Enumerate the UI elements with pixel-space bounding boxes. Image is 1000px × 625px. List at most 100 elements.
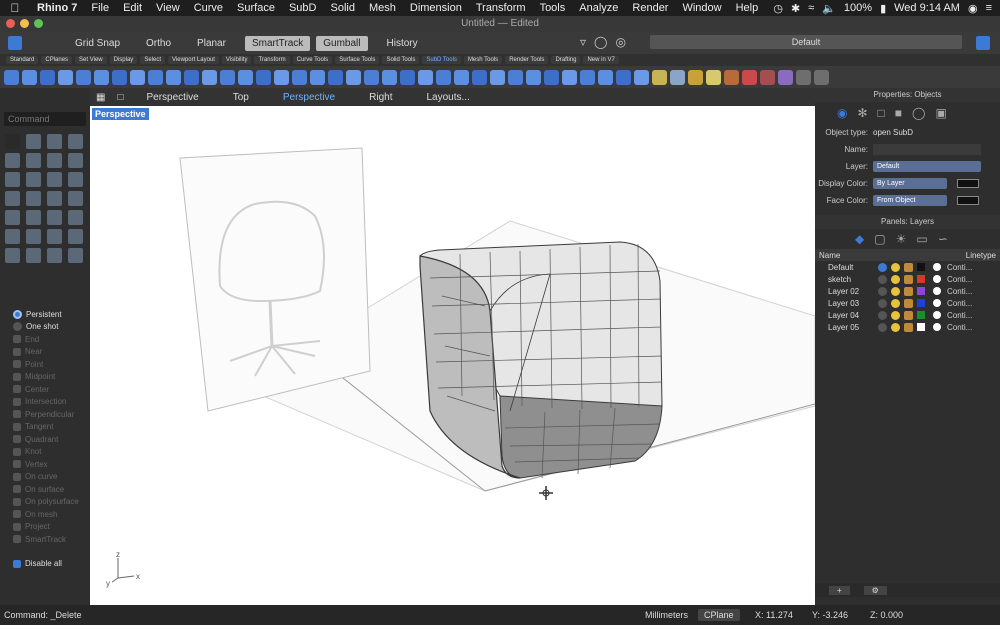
osnap-center[interactable]: Center	[0, 383, 90, 396]
layer-name[interactable]: Default	[828, 263, 878, 272]
osnap-midpoint-checkbox[interactable]	[13, 372, 21, 381]
layer-name[interactable]: sketch	[828, 275, 878, 284]
menu-file[interactable]: File	[84, 2, 116, 14]
curve-icon[interactable]	[5, 153, 20, 168]
polyline-icon[interactable]	[68, 134, 83, 149]
one-shot-radio[interactable]	[13, 322, 22, 332]
subd-display-icon[interactable]	[580, 69, 595, 85]
layer-linetype[interactable]: Conti...	[947, 287, 972, 296]
osnap-disable-all[interactable]: Disable all	[0, 558, 90, 571]
layer-linetype[interactable]: Conti...	[947, 263, 972, 272]
osnap-perpendicular-checkbox[interactable]	[13, 410, 21, 419]
osnap-tangent[interactable]: Tangent	[0, 421, 90, 434]
osnap-end[interactable]: End	[0, 333, 90, 346]
rotate-icon[interactable]	[5, 229, 20, 244]
subd-subdivide-icon[interactable]	[508, 69, 523, 85]
array-icon[interactable]	[68, 229, 83, 244]
subd-shell-object[interactable]	[419, 241, 663, 479]
tab-top[interactable]: Top	[216, 92, 266, 103]
bluetooth-icon[interactable]: ✱	[791, 2, 800, 15]
layer-material-icon[interactable]	[933, 275, 941, 283]
tab-mesh-tools[interactable]: Mesh Tools	[463, 56, 503, 64]
osnap-smarttrack[interactable]: SmartTrack	[0, 533, 90, 546]
current-layer-indicator-icon[interactable]	[878, 274, 887, 284]
osnap-quadrant[interactable]: Quadrant	[0, 433, 90, 446]
menu-edit[interactable]: Edit	[116, 2, 149, 14]
osnap-persistent[interactable]: Persistent	[0, 308, 90, 321]
osnap-end-checkbox[interactable]	[13, 335, 21, 344]
paint-icon[interactable]	[26, 134, 41, 149]
lock-icon[interactable]: ◯	[594, 35, 607, 49]
subd-weld-icon[interactable]	[310, 69, 325, 85]
subd-extrude-icon[interactable]	[148, 69, 163, 85]
history-toggle[interactable]: History	[380, 36, 425, 51]
app-menu[interactable]: Rhino 7	[30, 2, 84, 14]
battery-label[interactable]: 100%	[844, 2, 872, 14]
osnap-on-surface-checkbox[interactable]	[13, 485, 21, 494]
current-layer-select[interactable]: Default	[650, 35, 962, 49]
grid-icon[interactable]	[26, 248, 41, 263]
current-layer-indicator-icon[interactable]	[878, 286, 887, 296]
points-on-icon[interactable]	[5, 248, 20, 263]
tab-subd-tools[interactable]: SubD Tools	[422, 56, 461, 64]
layer-material-icon[interactable]	[933, 323, 941, 331]
subd-sweep-icon[interactable]	[184, 69, 199, 85]
lock-icon[interactable]	[904, 286, 913, 296]
single-layout-icon[interactable]: □	[111, 92, 129, 103]
osnap-near[interactable]: Near	[0, 346, 90, 359]
menu-curve[interactable]: Curve	[187, 2, 230, 14]
layer-options-button[interactable]: ⚙	[863, 585, 887, 595]
layer-name[interactable]: Layer 02	[828, 287, 878, 296]
blocks-icon[interactable]: ▢	[874, 232, 885, 246]
osnap-on-polysurface-checkbox[interactable]	[13, 497, 21, 506]
menu-subd[interactable]: SubD	[282, 2, 324, 14]
osnap-on-polysurface[interactable]: On polysurface	[0, 496, 90, 509]
subd-slide-icon[interactable]	[472, 69, 487, 85]
osnap-on-surface[interactable]: On surface	[0, 483, 90, 496]
menu-help[interactable]: Help	[729, 2, 766, 14]
subd-symmetry-icon[interactable]	[562, 69, 577, 85]
persistent-radio[interactable]	[13, 309, 22, 319]
subd-truncated-cone-icon[interactable]	[130, 69, 145, 85]
object-properties-icon[interactable]: ◉	[837, 106, 847, 120]
osnap-vertex[interactable]: Vertex	[0, 458, 90, 471]
layer-name[interactable]: Layer 05	[828, 323, 878, 332]
lights-icon[interactable]: ☀	[896, 232, 907, 246]
grid-layout-icon[interactable]: ▦	[90, 92, 111, 103]
layer-linetype[interactable]: Conti...	[947, 275, 972, 284]
menu-list-icon[interactable]: ≡	[986, 2, 992, 14]
osnap-point-checkbox[interactable]	[13, 360, 21, 369]
lock-icon[interactable]	[904, 274, 913, 284]
layer-color-swatch[interactable]	[917, 287, 925, 295]
subd-filter-icon[interactable]	[652, 69, 667, 85]
rectangle-icon[interactable]	[68, 153, 83, 168]
snapshot-icon[interactable]	[778, 69, 793, 85]
subd-fill-icon[interactable]	[274, 69, 289, 85]
subd-flip-icon[interactable]	[634, 69, 649, 85]
tab-curve-tools[interactable]: Curve Tools	[292, 56, 333, 64]
lock-icon[interactable]	[904, 322, 913, 332]
subd-ellipsoid-icon[interactable]	[112, 69, 127, 85]
material-properties-icon[interactable]: ✻	[857, 106, 867, 120]
layer-row[interactable]: Layer 04 Conti...	[815, 309, 1000, 321]
layer-name[interactable]: Layer 03	[828, 299, 878, 308]
texture-icon[interactable]	[742, 69, 757, 85]
volume-icon[interactable]: 🔈	[822, 2, 836, 15]
osnap-intersection[interactable]: Intersection	[0, 396, 90, 409]
layer-material-icon[interactable]	[933, 311, 941, 319]
command-input[interactable]: Command	[4, 112, 86, 126]
tab-transform[interactable]: Transform	[254, 56, 290, 64]
menu-solid[interactable]: Solid	[324, 2, 362, 14]
osnap-on-mesh-checkbox[interactable]	[13, 510, 21, 519]
layer-material-icon[interactable]	[933, 263, 941, 271]
current-layer-indicator-icon[interactable]	[878, 262, 887, 272]
layer-color-swatch[interactable]	[917, 275, 925, 283]
visibility-bulb-icon[interactable]	[891, 322, 900, 332]
tab-new-in-v7[interactable]: New in V7	[583, 56, 619, 64]
explode-icon[interactable]	[47, 210, 62, 225]
zoom-window-button[interactable]	[34, 19, 43, 28]
ortho-toggle[interactable]: Ortho	[139, 36, 178, 51]
current-layer-indicator-icon[interactable]	[878, 322, 887, 332]
polygon-icon[interactable]	[5, 172, 20, 187]
tab-perspective-active[interactable]: Perspective	[266, 92, 352, 103]
